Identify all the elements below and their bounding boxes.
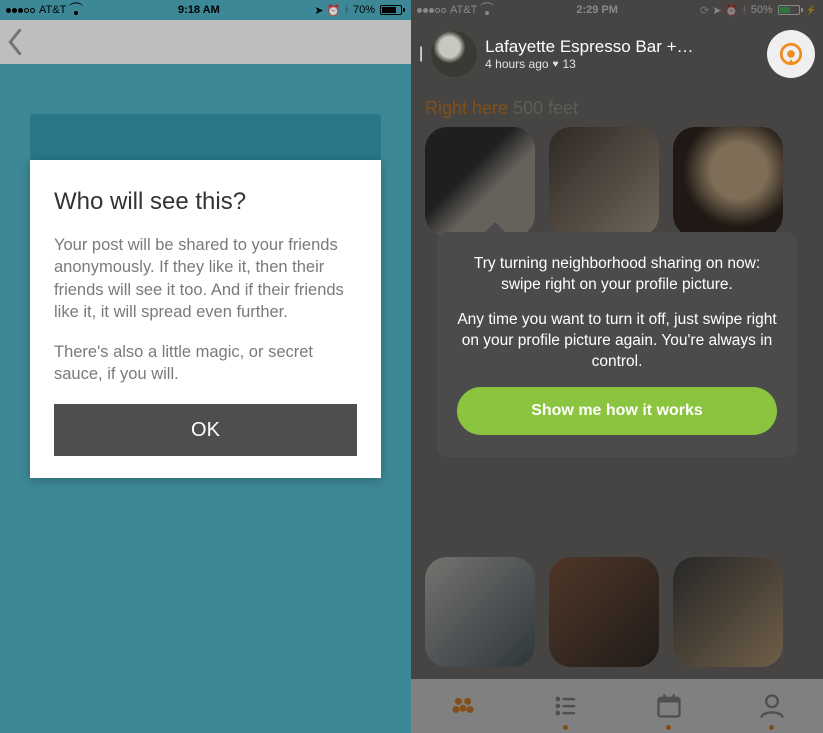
tab-bar bbox=[411, 679, 823, 733]
screen-left: AT&T 9:18 AM ➤ ⏰ ᚼ 70% Who will see this… bbox=[0, 0, 411, 733]
venue-title: Lafayette Espresso Bar +… bbox=[485, 37, 759, 57]
person-tile[interactable] bbox=[425, 127, 535, 237]
charging-icon: ⚡ bbox=[806, 5, 817, 16]
time-ago: 4 hours ago bbox=[485, 57, 548, 71]
signal-icon bbox=[417, 4, 447, 16]
tooltip-arrow bbox=[485, 222, 505, 232]
like-count: 13 bbox=[562, 57, 575, 71]
dialog-body-2: There's also a little magic, or secret s… bbox=[54, 341, 357, 386]
alarm-icon: ⏰ bbox=[724, 4, 738, 17]
notification-dot bbox=[563, 725, 568, 730]
checkin-header: | Lafayette Espresso Bar +… 4 hours ago … bbox=[411, 20, 823, 88]
people-grid-2: Evan Jason Leo bbox=[411, 551, 823, 673]
checkin-button[interactable] bbox=[767, 30, 815, 78]
people-grid-1 bbox=[411, 121, 823, 243]
tooltip-card: Try turning neighborhood sharing on now:… bbox=[437, 232, 797, 457]
person-tile[interactable]: Jason bbox=[549, 557, 659, 667]
menu-handle[interactable]: | bbox=[419, 45, 423, 63]
avatar[interactable] bbox=[431, 31, 477, 77]
tip-text-2: Any time you want to turn it off, just s… bbox=[457, 310, 777, 373]
tab-activity[interactable] bbox=[514, 679, 617, 733]
dialog-title: Who will see this? bbox=[54, 188, 357, 216]
show-how-button[interactable]: Show me how it works bbox=[457, 387, 777, 435]
heart-icon: ♥ bbox=[553, 59, 559, 70]
pin-icon bbox=[778, 41, 804, 67]
list-icon bbox=[552, 692, 580, 720]
location-icon: ➤ bbox=[712, 4, 721, 17]
ok-button[interactable]: OK bbox=[54, 404, 357, 456]
tab-swarm[interactable] bbox=[411, 679, 514, 733]
wifi-icon bbox=[480, 5, 494, 15]
notification-dot bbox=[666, 725, 671, 730]
bluetooth-icon: ᚼ bbox=[741, 4, 748, 16]
swarm-icon bbox=[449, 692, 477, 720]
clock: 2:29 PM bbox=[576, 4, 618, 16]
status-bar: AT&T 2:29 PM ⟳ ➤ ⏰ ᚼ 50% ⚡ bbox=[411, 0, 823, 20]
person-tile[interactable] bbox=[673, 127, 783, 237]
person-tile[interactable] bbox=[549, 127, 659, 237]
section-header: Right here 500 feet bbox=[411, 88, 823, 121]
person-tile[interactable]: Evan bbox=[425, 557, 535, 667]
profile-icon bbox=[758, 692, 786, 720]
calendar-icon bbox=[655, 692, 683, 720]
tab-plans[interactable] bbox=[617, 679, 720, 733]
battery-icon bbox=[776, 5, 803, 15]
info-dialog: Who will see this? Your post will be sha… bbox=[30, 160, 381, 478]
battery-pct: 50% bbox=[751, 4, 773, 16]
tab-profile[interactable] bbox=[720, 679, 823, 733]
notification-dot bbox=[769, 725, 774, 730]
tip-text-1: Try turning neighborhood sharing on now:… bbox=[457, 254, 777, 296]
dialog-body-1: Your post will be shared to your friends… bbox=[54, 234, 357, 323]
section-label: Right here bbox=[425, 98, 508, 118]
screen-right: AT&T 2:29 PM ⟳ ➤ ⏰ ᚼ 50% ⚡ | Lafayette E… bbox=[411, 0, 823, 733]
person-tile[interactable]: Leo bbox=[673, 557, 783, 667]
section-distance: 500 feet bbox=[513, 98, 578, 118]
refresh-icon: ⟳ bbox=[700, 4, 709, 17]
carrier-label: AT&T bbox=[450, 4, 477, 16]
